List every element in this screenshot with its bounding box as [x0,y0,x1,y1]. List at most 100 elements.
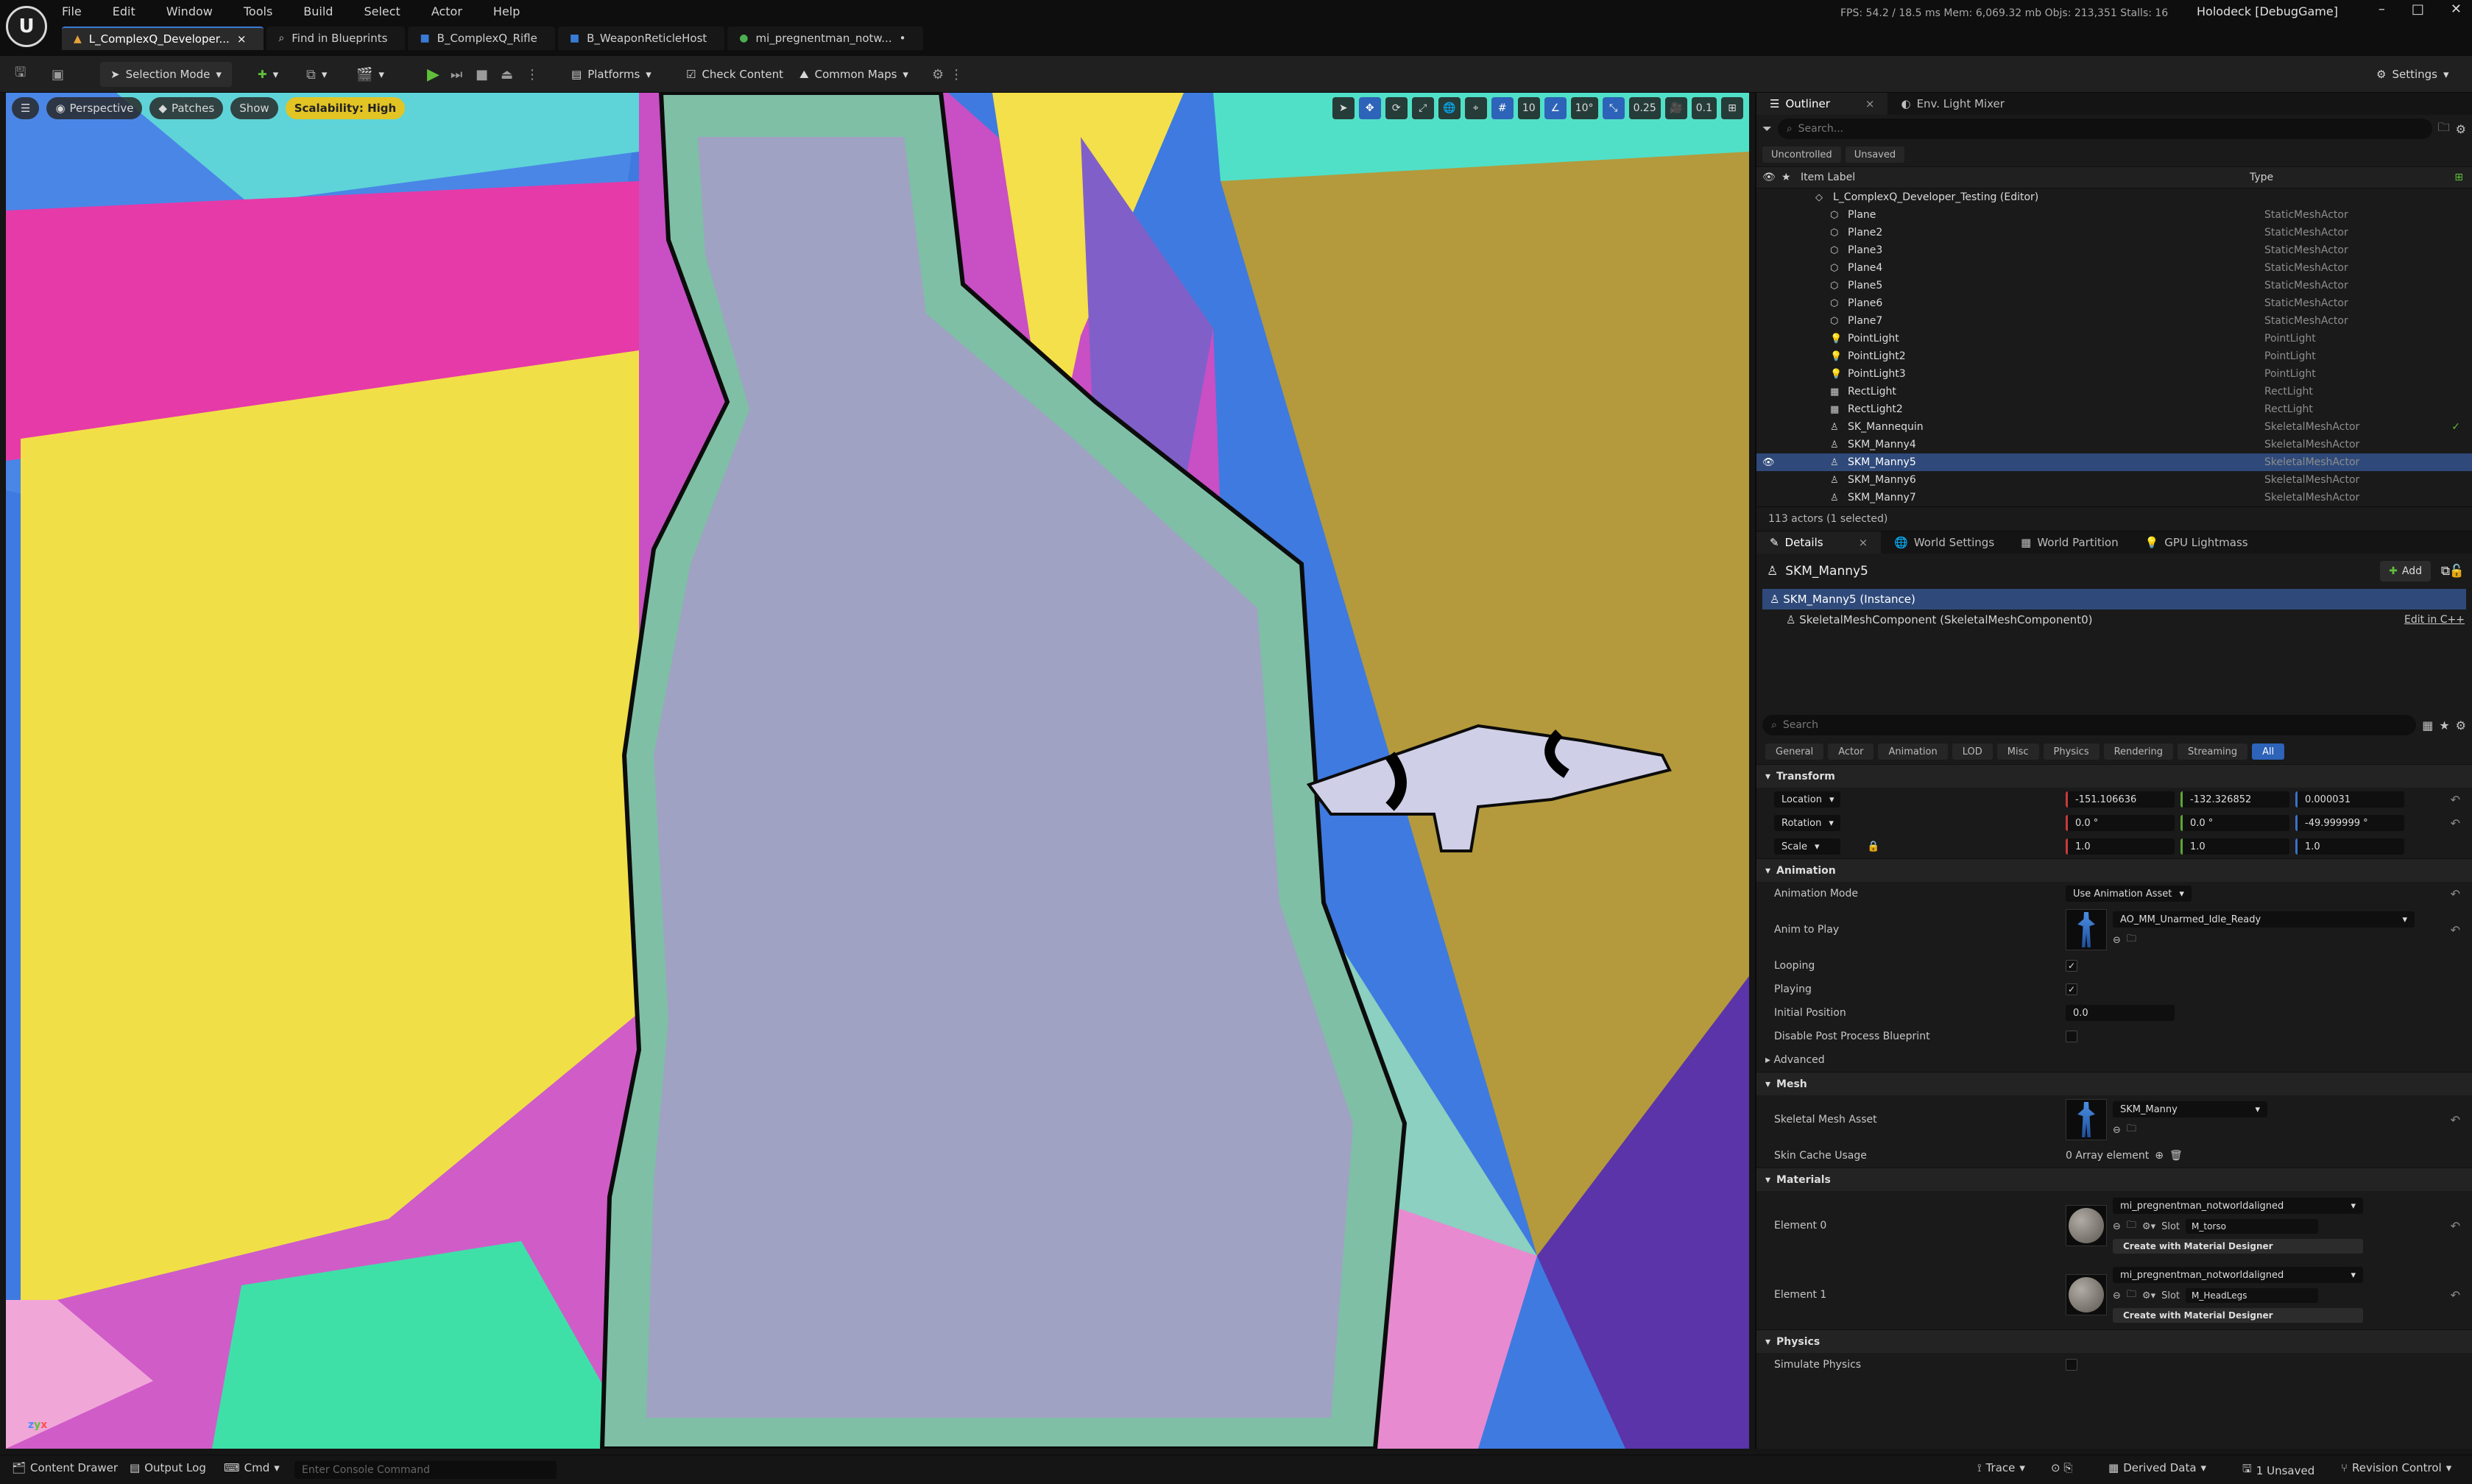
lock-icon[interactable]: 🔒 [1867,841,1879,852]
outliner-row[interactable]: ⬡ Plane5 StaticMeshActor [1756,277,2472,294]
menu-tools[interactable]: Tools [244,4,272,18]
console-command-input[interactable]: Enter Console Command [294,1461,557,1479]
use-selected-icon[interactable]: ⊖ [2113,1125,2121,1136]
play-button[interactable]: ▶ [427,62,439,87]
add-column-icon[interactable]: ⊞ [2454,172,2463,183]
reset-arrow-icon[interactable]: ↶ [2451,1219,2460,1233]
revision-control-button[interactable]: ⑂ Revision Control ▾ [2341,1461,2451,1474]
reset-arrow-icon[interactable]: ↶ [2451,816,2460,830]
play-options-button[interactable]: ⋮ [526,62,539,87]
lock-icon[interactable]: 🔓 [2449,564,2465,579]
surface-snap-icon[interactable]: ⌖ [1464,97,1487,119]
section-mesh[interactable]: ▾ Mesh [1756,1072,2472,1095]
disable-post-process-checkbox[interactable] [2066,1031,2077,1042]
reset-arrow-icon[interactable]: ↶ [2451,1113,2460,1127]
outliner-row[interactable]: ♙ SKM_Manny6 SkeletalMeshActor [1756,471,2472,489]
material-picker[interactable]: mi_pregnentman_notworldaligned ▾ [2113,1267,2363,1283]
outliner-row[interactable]: ♙ SKM_Manny7 SkeletalMeshActor [1756,489,2472,506]
camera-speed-icon[interactable]: 🎥 [1664,97,1687,119]
translate-tool-icon[interactable]: ✥ [1358,97,1381,119]
animation-mode-dropdown[interactable]: Use Animation Asset ▾ [2066,886,2192,902]
filter-animation[interactable]: Animation [1878,743,1948,760]
tab-reticle-blueprint[interactable]: ■ B_WeaponReticleHost [557,26,725,50]
outliner-row[interactable]: ▦ RectLight2 RectLight [1756,400,2472,418]
perspective-button[interactable]: ◉ Perspective [46,97,143,119]
chip-unsaved[interactable]: Unsaved [1845,146,1905,163]
cmd-dropdown[interactable]: ⌨ Cmd ▾ [224,1461,280,1474]
menu-select[interactable]: Select [364,4,400,18]
outliner-row[interactable]: ⬡ Plane2 StaticMeshActor [1756,224,2472,241]
filter-streaming[interactable]: Streaming [2177,743,2248,760]
step-button[interactable]: ⏭ [451,62,462,87]
output-log-button[interactable]: ▤ Output Log [130,1461,206,1474]
unreal-logo-icon[interactable]: U [6,6,47,47]
rotation-snap-value[interactable]: 10° [1570,97,1598,119]
eject-button[interactable]: ⏏ [501,62,513,87]
actor-name-field[interactable]: SKM_Manny5 [1785,564,1868,579]
common-maps-dropdown[interactable]: ⛰ Common Maps ▾ [799,62,908,87]
filter-actor[interactable]: Actor [1828,743,1874,760]
browse-icon[interactable]: 🗀 [2127,1287,2136,1304]
visibility-icon[interactable]: 👁 [1762,457,1775,468]
location-z-field[interactable]: 0.000031 [2295,791,2404,808]
tab-find-in-blueprints[interactable]: ⌕ Find in Blueprints [266,26,406,50]
menu-file[interactable]: File [62,4,82,18]
scale-x-field[interactable]: 1.0 [2066,838,2175,855]
gear-icon[interactable]: ⚙ [2456,718,2466,732]
add-actor-button[interactable]: ✚ ▾ [258,62,278,87]
grid-snap-value[interactable]: 10 [1517,97,1540,119]
anim-thumbnail[interactable] [2066,909,2107,950]
outliner-row[interactable]: ▦ RectLight RectLight [1756,383,2472,400]
initial-position-field[interactable]: 0.0 [2066,1005,2175,1021]
reset-arrow-icon[interactable]: ↶ [2451,1288,2460,1302]
section-physics[interactable]: ▾ Physics [1756,1329,2472,1353]
rotation-x-field[interactable]: 0.0 ° [2066,815,2175,831]
outliner-row[interactable]: 👁 ♙ SKM_Manny5 SkeletalMeshActor [1756,453,2472,471]
close-window-icon[interactable]: ✕ [2451,1,2462,17]
rotation-snap-icon[interactable]: ∠ [1544,97,1567,119]
tab-env-light-mixer[interactable]: ◐ Env. Light Mixer [1887,93,2017,115]
reset-arrow-icon[interactable]: ↶ [2451,923,2460,937]
camera-speed-value[interactable]: 0.1 [1691,97,1717,119]
looping-checkbox[interactable]: ✓ [2066,960,2077,972]
blueprints-button[interactable]: ⧉ ▾ [306,62,327,87]
level-viewport[interactable]: ☰ ◉ Perspective ◆ Patches Show Scalability… [6,93,1749,1449]
filter-icon[interactable]: ⏷ [1762,121,1772,136]
content-drawer-button[interactable]: 🗂 Content Drawer [12,1461,118,1474]
menu-actor[interactable]: Actor [431,4,462,18]
save-icon[interactable]: 🖫 [15,62,26,87]
material-options-icon[interactable]: ⚙▾ [2142,1290,2155,1301]
reset-arrow-icon[interactable]: ↶ [2451,793,2460,807]
location-x-field[interactable]: -151.106636 [2066,791,2175,808]
outliner-row[interactable]: ⬡ Plane3 StaticMeshActor [1756,241,2472,259]
pin-column-icon[interactable]: ★ [1781,172,1791,183]
selection-mode-dropdown[interactable]: ➤ Selection Mode ▾ [100,62,232,87]
scale-tool-icon[interactable]: ⤢ [1411,97,1434,119]
platforms-dropdown[interactable]: ▤ Platforms ▾ [571,62,651,87]
section-materials[interactable]: ▾ Materials [1756,1167,2472,1191]
browse-icon[interactable]: 🗀 [2127,1218,2136,1234]
outliner-row[interactable]: ⬡ Plane6 StaticMeshActor [1756,294,2472,312]
details-search-input[interactable]: ⌕ Search [1762,715,2417,735]
create-material-designer-button[interactable]: Create with Material Designer [2113,1239,2363,1254]
view-mode-button[interactable]: ◆ Patches [149,97,224,119]
rotation-mode-dropdown[interactable]: Rotation ▾ [1774,815,1840,831]
material-picker[interactable]: mi_pregnentman_notworldaligned ▾ [2113,1198,2363,1214]
tab-material-instance[interactable]: ● mi_pregnentman_notw... • [727,26,924,50]
outliner-row[interactable]: 💡 PointLight PointLight [1756,330,2472,347]
scale-snap-value[interactable]: 0.25 [1628,97,1661,119]
scale-z-field[interactable]: 1.0 [2295,838,2404,855]
outliner-row[interactable]: 💡 PointLight3 PointLight [1756,365,2472,383]
menu-edit[interactable]: Edit [113,4,135,18]
section-transform[interactable]: ▾ Transform [1756,764,2472,788]
filter-physics[interactable]: Physics [2043,743,2100,760]
stop-button[interactable]: ■ [476,62,488,87]
playing-checkbox[interactable]: ✓ [2066,983,2077,995]
folder-add-icon[interactable]: 🗀 [2438,119,2450,139]
check-content-button[interactable]: ☑ Check Content [686,62,783,87]
filter-lod[interactable]: LOD [1952,743,1993,760]
tab-world-settings[interactable]: 🌐 World Settings [1881,531,2007,554]
slot-name-field[interactable]: M_HeadLegs [2186,1288,2319,1303]
material-options-icon[interactable]: ⚙▾ [2142,1221,2155,1232]
component-instance-row[interactable]: ♙ SKM_Manny5 (Instance) [1762,589,2466,610]
